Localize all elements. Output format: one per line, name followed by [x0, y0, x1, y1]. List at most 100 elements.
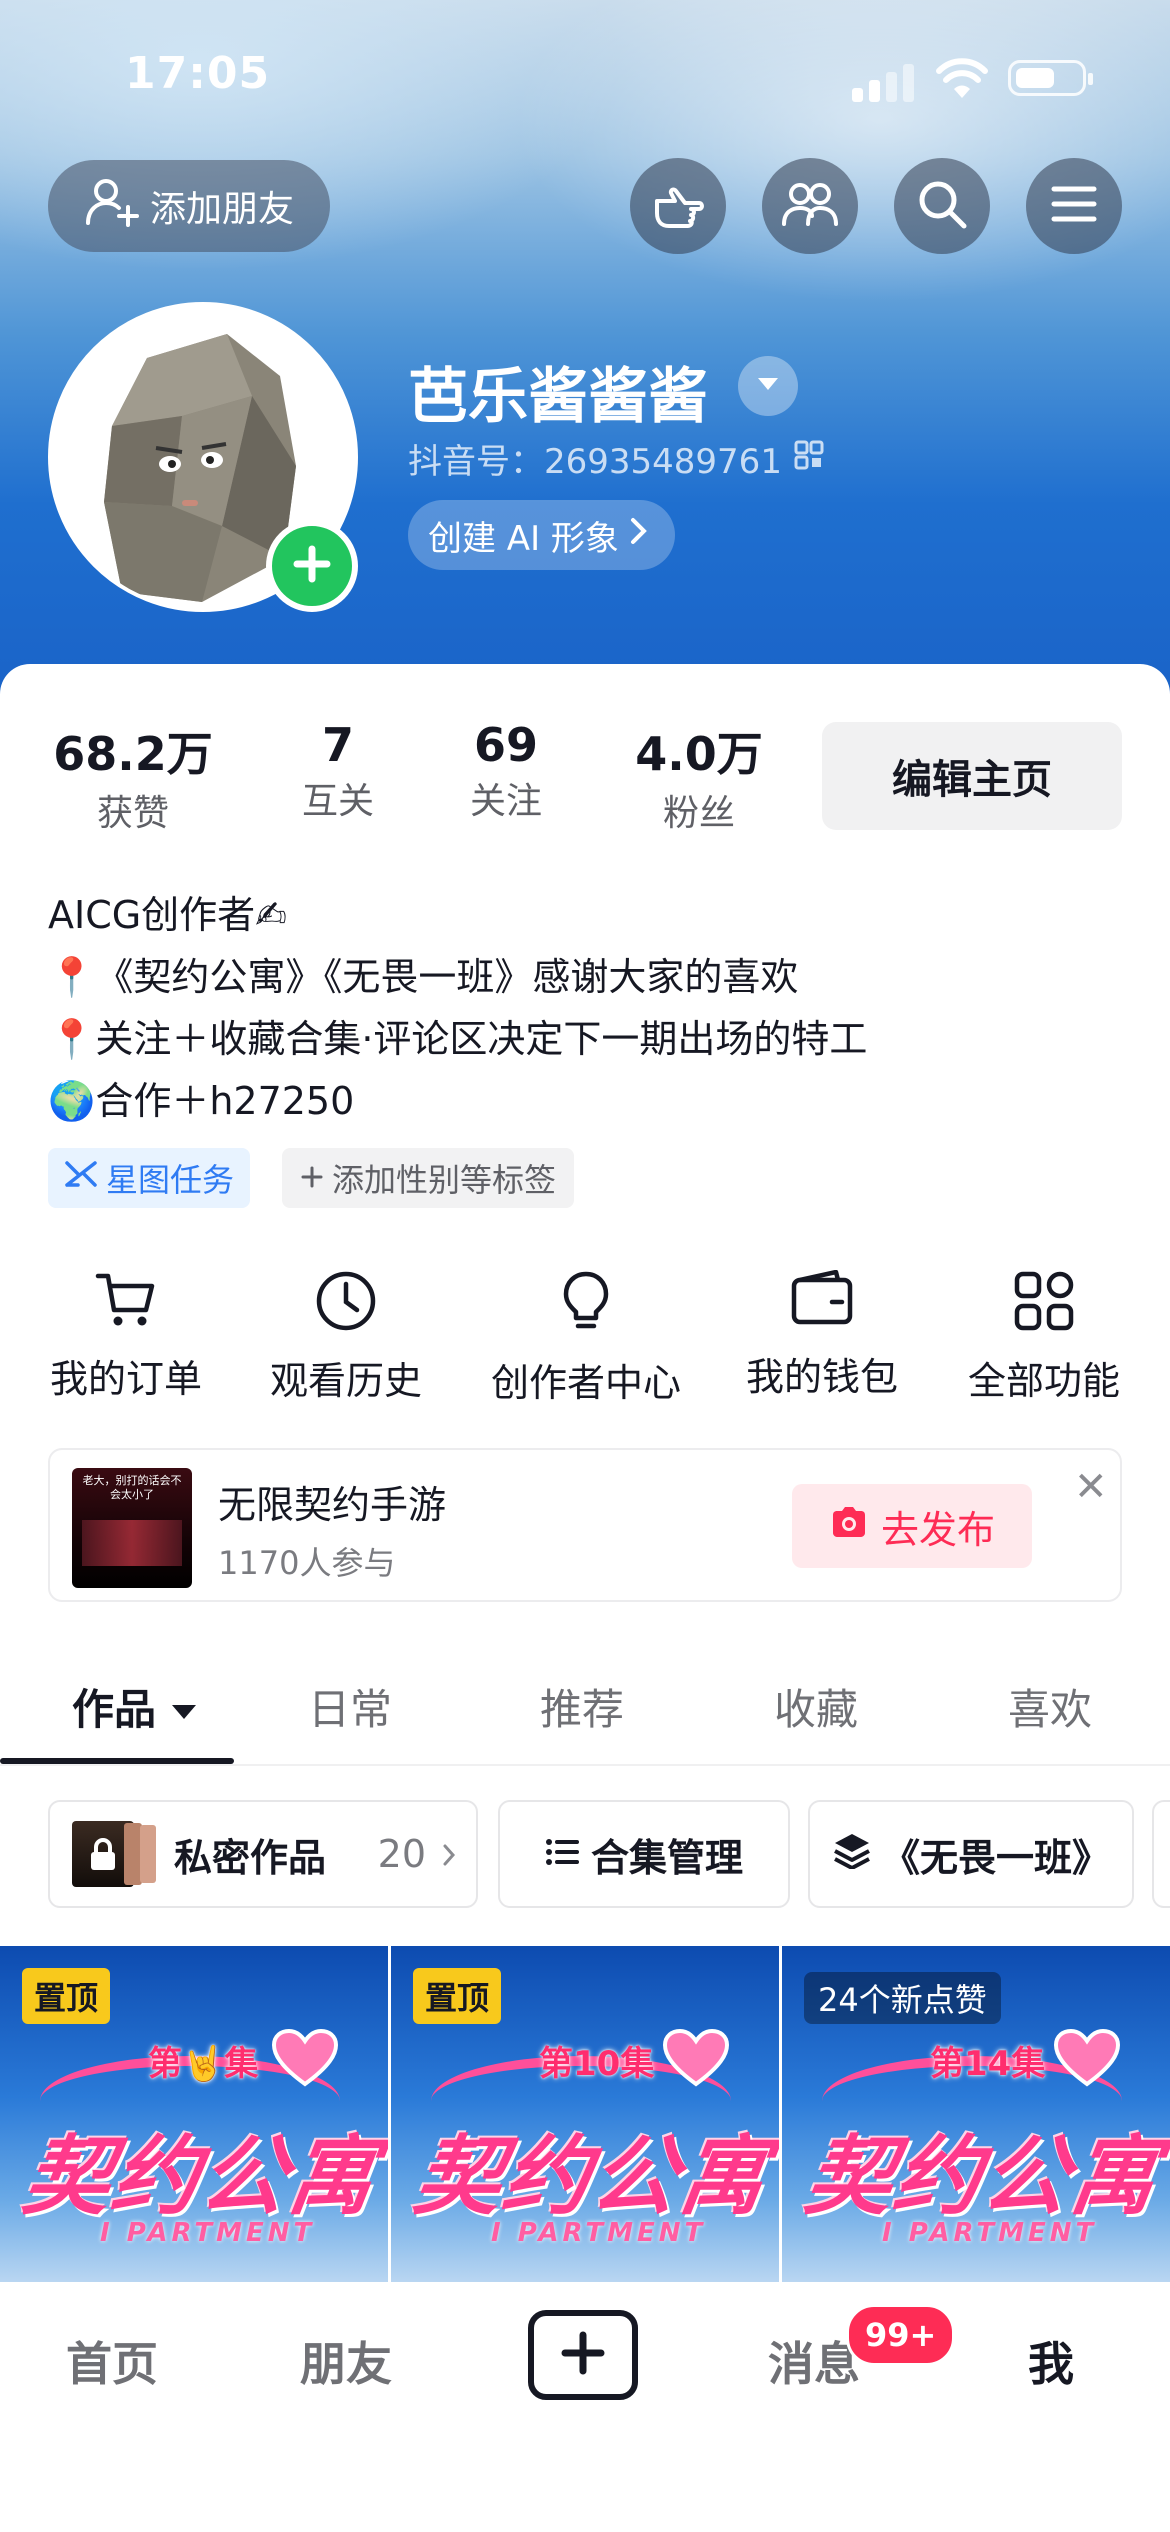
my-orders-label: 我的订单	[49, 1357, 202, 1401]
video-title: 契约公寓	[17, 2127, 384, 2227]
stat-likes[interactable]: 68.2万 获赞	[48, 718, 218, 836]
wifi-icon	[936, 58, 988, 100]
layers-icon	[832, 1831, 872, 1878]
publish-label: 去发布	[880, 1507, 995, 1552]
grid-icon	[1013, 1270, 1075, 1336]
tab-recommend[interactable]: 推荐	[540, 1676, 624, 1737]
stat-following[interactable]: 69 关注	[446, 718, 566, 824]
publish-button[interactable]: 去发布	[792, 1484, 1032, 1568]
lock-icon	[88, 1837, 118, 1881]
messages-badge: 99+	[846, 2304, 956, 2366]
video-thumbnail[interactable]: 24个新点赞 第14集 契约公寓 I PARTMENT	[782, 1946, 1170, 2282]
stat-followers[interactable]: 4.0万 粉丝	[614, 718, 784, 836]
nav-home[interactable]: 首页	[66, 2328, 158, 2394]
tab-works-label: 作品	[72, 1685, 157, 1734]
all-functions-label: 全部功能	[967, 1359, 1120, 1403]
pointing-hand-icon	[651, 179, 705, 233]
menu-icon	[1050, 184, 1098, 228]
bio-line: AICG创作者✍	[48, 893, 288, 937]
tab-divider	[0, 1764, 1170, 1766]
xingtu-task-tag[interactable]: 星图任务	[48, 1148, 251, 1208]
add-avatar-button[interactable]	[266, 520, 358, 612]
challenge-promo-card[interactable]: 老大，别打的话会不会太小了 无限契约手游 1170人参与 去发布 ✕	[48, 1448, 1122, 1602]
nav-friends[interactable]: 朋友	[300, 2328, 392, 2394]
search-icon	[916, 178, 968, 234]
video-subtitle: I PARTMENT	[100, 2218, 316, 2248]
heart-icon	[661, 2028, 731, 2092]
account-switch-button[interactable]	[738, 356, 798, 416]
create-ai-avatar-button[interactable]: 创建 AI 形象	[408, 500, 675, 570]
stat-followers-label: 粉丝	[662, 793, 735, 834]
battery-icon	[1008, 60, 1093, 96]
plus-icon	[561, 2331, 605, 2379]
private-works-chip[interactable]: 私密作品 20	[48, 1800, 478, 1908]
all-functions-button[interactable]: 全部功能	[934, 1270, 1154, 1405]
tab-works[interactable]: 作品	[72, 1676, 198, 1737]
menu-button[interactable]	[1026, 158, 1122, 254]
video-title: 契约公寓	[799, 2127, 1166, 2227]
plus-icon	[300, 1159, 324, 1197]
promo-title: 无限契约手游	[218, 1483, 447, 1527]
episode-label: 第14集	[930, 2044, 1046, 2084]
clock-icon	[315, 1270, 377, 1336]
video-subtitle: I PARTMENT	[882, 2218, 1098, 2248]
qr-code-icon	[794, 439, 824, 479]
add-tag-button[interactable]: 添加性别等标签	[282, 1148, 575, 1208]
video-thumbnail[interactable]: 置顶 第10集 契约公寓 I PARTMENT	[391, 1946, 779, 2282]
stat-mutual-value: 7	[321, 718, 354, 772]
promo-participants: 1170人参与	[218, 1544, 396, 1582]
my-wallet-label: 我的钱包	[745, 1355, 898, 1399]
stat-followers-value: 4.0万	[635, 727, 763, 781]
list-icon	[545, 1832, 579, 1876]
plus-icon	[292, 544, 332, 588]
tab-daily[interactable]: 日常	[308, 1676, 392, 1737]
series-chip[interactable]: 《无畏一班》	[808, 1800, 1134, 1908]
series-label: 《无畏一班》	[881, 1835, 1110, 1880]
stat-following-value: 69	[473, 718, 538, 772]
promo-thumbnail: 老大，别打的话会不会太小了	[72, 1468, 192, 1588]
tab-favorites[interactable]: 收藏	[774, 1676, 858, 1737]
episode-label: 第10集	[539, 2044, 655, 2084]
create-post-button[interactable]	[528, 2310, 638, 2400]
bio-line: 📍关注＋收藏合集·评论区决定下一期出场的特工	[48, 1017, 868, 1061]
stat-mutual[interactable]: 7 互关	[278, 718, 398, 824]
watch-history-button[interactable]: 观看历史	[236, 1270, 456, 1405]
cellular-signal-icon	[852, 62, 916, 102]
chevron-right-icon	[442, 1832, 456, 1876]
caret-down-icon	[756, 376, 780, 396]
edit-profile-button[interactable]: 编辑主页	[822, 722, 1122, 830]
nav-me[interactable]: 我	[1028, 2328, 1074, 2394]
bio-line: 📍《契约公寓》《无畏一班》感谢大家的喜欢	[48, 955, 799, 999]
heart-icon	[270, 2028, 340, 2092]
status-time: 17:05	[125, 48, 271, 99]
friends-icon	[782, 180, 838, 232]
video-thumbnail[interactable]: 置顶 第🤘集 契约公寓 I PARTMENT	[0, 1946, 388, 2282]
add-user-icon	[84, 177, 140, 236]
caret-down-icon	[170, 1682, 198, 1731]
tab-likes[interactable]: 喜欢	[1008, 1676, 1092, 1737]
close-icon[interactable]: ✕	[1074, 1464, 1108, 1510]
my-orders-button[interactable]: 我的订单	[16, 1270, 236, 1403]
my-wallet-button[interactable]: 我的钱包	[712, 1269, 932, 1401]
new-likes-badge: 24个新点赞	[804, 1972, 1001, 2024]
private-works-count: 20	[377, 1832, 426, 1876]
collection-management-label: 合集管理	[590, 1835, 743, 1880]
create-ai-label: 创建 AI 形象	[428, 518, 619, 559]
more-chip[interactable]	[1152, 1800, 1170, 1908]
search-button[interactable]	[894, 158, 990, 254]
friends-button[interactable]	[762, 158, 858, 254]
add-friend-button[interactable]: 添加朋友	[48, 160, 330, 252]
pointing-hand-button[interactable]	[630, 158, 726, 254]
private-works-label: 私密作品	[174, 1835, 327, 1880]
heart-icon	[1052, 2028, 1122, 2092]
creator-center-label: 创作者中心	[490, 1361, 681, 1405]
watch-history-label: 观看历史	[269, 1359, 422, 1403]
douyin-id-row[interactable]: 抖音号：26935489761	[408, 434, 824, 483]
collection-management-chip[interactable]: 合集管理	[498, 1800, 790, 1908]
episode-label: 第🤘集	[148, 2044, 259, 2084]
stat-following-label: 关注	[469, 781, 542, 822]
creator-center-button[interactable]: 创作者中心	[476, 1270, 696, 1407]
stat-mutual-label: 互关	[301, 781, 374, 822]
private-thumbnail	[72, 1821, 158, 1887]
stat-likes-label: 获赞	[96, 793, 169, 834]
